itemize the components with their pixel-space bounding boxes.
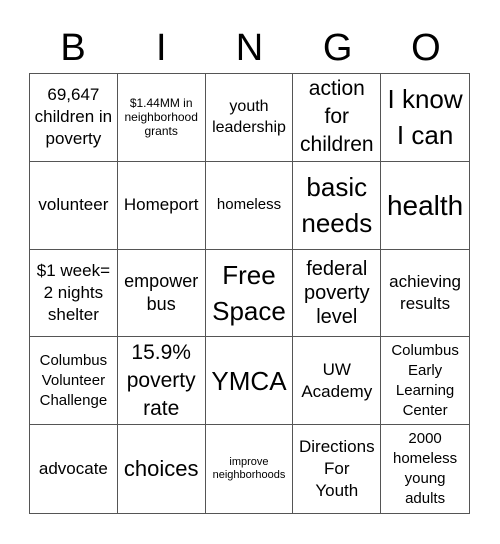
cell-text: Directions For Youth (298, 437, 375, 501)
bingo-cell[interactable]: improve neighborhoods (206, 425, 294, 513)
cell-text: health (386, 189, 464, 221)
cell-text: 2000 homeless young adults (392, 430, 458, 508)
header-letter-n: N (235, 27, 264, 69)
bingo-cell[interactable]: choices (118, 425, 206, 513)
bingo-cell[interactable]: $1.44MM in neighborhood grants (117, 74, 206, 162)
cell-text: basic needs (301, 172, 373, 239)
bingo-cell[interactable]: Columbus Volunteer Challenge (30, 337, 118, 426)
cell-text: homeless (216, 196, 282, 214)
cell-text: Columbus Volunteer Challenge (39, 351, 108, 409)
bingo-cell[interactable]: action for children (293, 74, 382, 162)
bingo-cell[interactable]: empower bus (117, 249, 206, 338)
cell-text: Homeport (123, 195, 199, 215)
cell-text: Columbus Early Learning Center (391, 341, 459, 419)
header-letter-o: O (411, 27, 441, 69)
cell-text: $1.44MM in neighborhood grants (124, 96, 198, 139)
cell-text: YMCA (211, 365, 287, 396)
cell-text: action for children (300, 77, 374, 157)
cell-text: improve neighborhoods (212, 456, 286, 482)
header-letter-g: G (322, 27, 353, 69)
cell-text: volunteer (38, 195, 109, 215)
free-space-cell[interactable]: Free Space (205, 249, 294, 338)
bingo-cell[interactable]: UW Academy (293, 337, 382, 426)
cell-text: I know I can (387, 84, 463, 151)
cell-text: federal poverty level (303, 257, 370, 328)
cell-text: choices (123, 456, 199, 482)
header-letter-i: I (156, 27, 167, 69)
cell-text: 15.9% poverty rate (126, 340, 196, 420)
bingo-cell[interactable]: federal poverty level (293, 249, 382, 338)
bingo-cell[interactable]: achieving results (381, 250, 469, 338)
bingo-cell[interactable]: YMCA (205, 337, 294, 426)
cell-text: 69,647 children in poverty (34, 85, 113, 149)
bingo-cell[interactable]: advocate (30, 425, 118, 513)
bingo-card-grid: 69,647 children in poverty $1.44MM in ne… (29, 73, 470, 514)
bingo-header: B I N G O (29, 26, 470, 70)
cell-text: empower bus (124, 270, 199, 314)
bingo-cell[interactable]: Directions For Youth (293, 425, 382, 513)
header-letter-b: B (60, 27, 86, 69)
bingo-cell[interactable]: Columbus Early Learning Center (381, 337, 469, 426)
cell-text: achieving results (389, 271, 461, 313)
bingo-cell[interactable]: basic needs (293, 161, 382, 250)
bingo-cell[interactable]: $1 week= 2 nights shelter (30, 249, 118, 338)
cell-text: youth leadership (212, 98, 286, 137)
cell-text: $1 week= 2 nights shelter (36, 260, 111, 324)
bingo-cell[interactable]: health (381, 162, 469, 250)
bingo-cell[interactable]: 2000 homeless young adults (381, 425, 469, 513)
bingo-cell[interactable]: 69,647 children in poverty (30, 74, 118, 162)
cell-text: advocate (38, 459, 108, 479)
bingo-cell[interactable]: I know I can (381, 74, 469, 162)
bingo-cell[interactable]: Homeport (117, 161, 206, 250)
bingo-cell[interactable]: homeless (205, 161, 294, 250)
bingo-cell[interactable]: 15.9% poverty rate (117, 337, 206, 426)
cell-text: Free Space (212, 259, 286, 326)
cell-text: UW Academy (301, 359, 373, 401)
bingo-cell[interactable]: volunteer (30, 161, 118, 250)
bingo-cell[interactable]: youth leadership (205, 74, 294, 162)
